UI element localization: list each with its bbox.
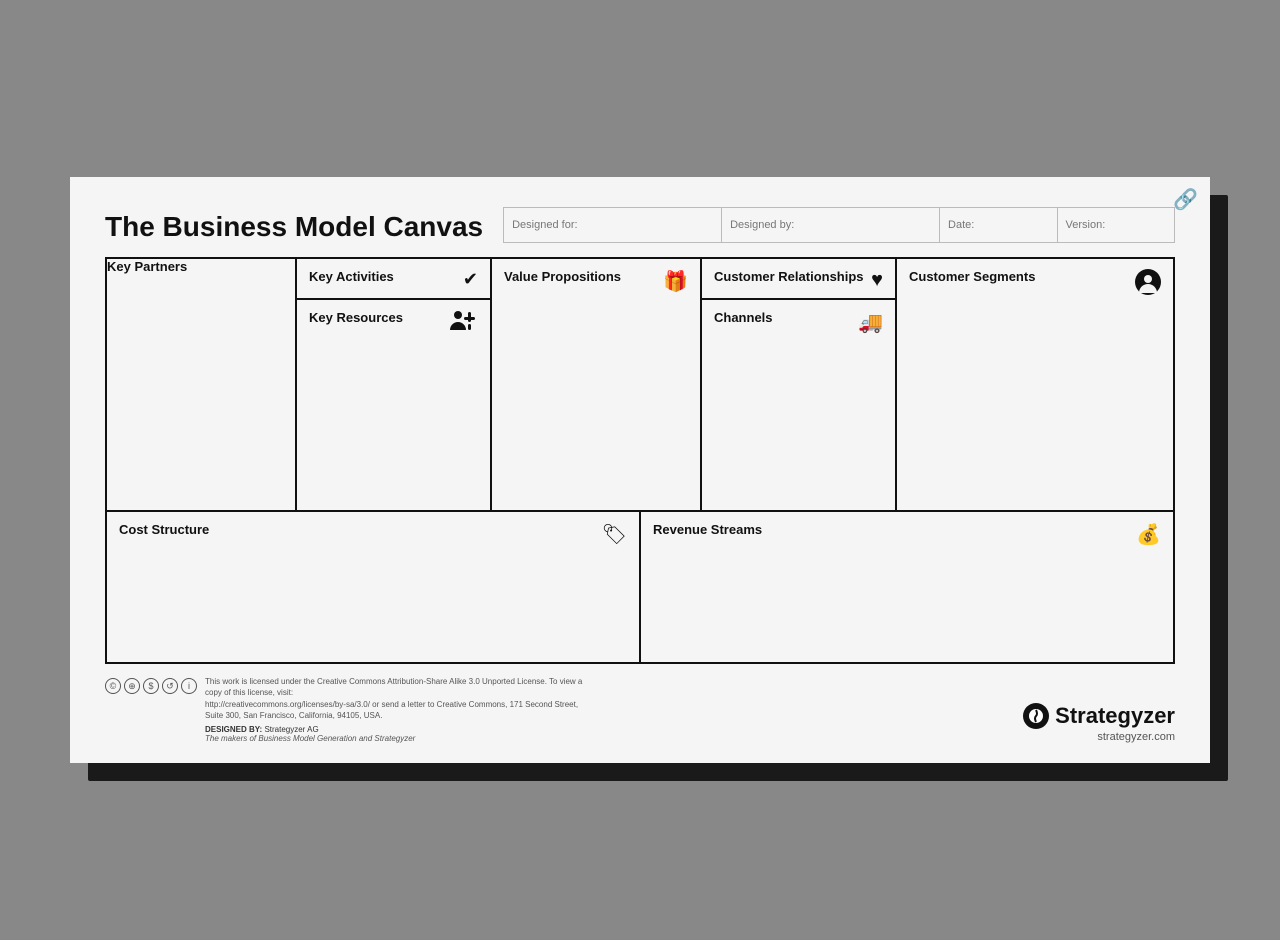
- cc-sa-icon: ↺: [162, 678, 178, 694]
- bottom-row: Cost Structure 🏷 Revenue Streams 💰: [107, 512, 1173, 662]
- footer-right: Strategyzer strategyzer.com: [1023, 703, 1175, 743]
- designed-by-field[interactable]: Designed by:: [722, 208, 940, 242]
- cost-structure-icon: 🏷: [602, 522, 627, 547]
- canvas-grid: Key Partners 🔗 Key Activities ✔ Key Reso…: [105, 257, 1175, 664]
- value-propositions-label: Value Propositions: [504, 269, 688, 284]
- footer-text-block: This work is licensed under the Creative…: [205, 676, 585, 743]
- cost-structure-cell: Cost Structure 🏷: [107, 512, 641, 662]
- revenue-streams-label: Revenue Streams: [653, 522, 1161, 537]
- strategyzer-brand-text: Strategyzer: [1055, 703, 1175, 729]
- customer-relationships-icon: ♥: [871, 269, 883, 292]
- customer-segments-cell: Customer Segments: [897, 259, 1173, 510]
- key-activities-label: Key Activities: [309, 269, 478, 284]
- canvas-page: The Business Model Canvas Designed for: …: [70, 177, 1210, 763]
- cc-nc-icon: $: [143, 678, 159, 694]
- value-propositions-cell: Value Propositions 🎁: [492, 259, 702, 510]
- cc-by-icon: ⊕: [124, 678, 140, 694]
- designed-for-field[interactable]: Designed for:: [504, 208, 722, 242]
- version-field[interactable]: Version:: [1058, 208, 1174, 242]
- value-propositions-icon: 🎁: [663, 269, 688, 294]
- revenue-streams-cell: Revenue Streams 💰: [641, 512, 1173, 662]
- key-partners-label: Key Partners: [107, 259, 295, 274]
- date-field[interactable]: Date:: [940, 208, 1057, 242]
- cc-icon: ©: [105, 678, 121, 694]
- footer-left: © ⊕ $ ↺ i This work is licensed under th…: [105, 676, 585, 743]
- customer-relationships-label: Customer Relationships: [714, 269, 883, 284]
- key-partners-icon: 🔗: [1173, 187, 1198, 212]
- license-text: This work is licensed under the Creative…: [205, 676, 585, 721]
- page-footer: © ⊕ $ ↺ i This work is licensed under th…: [105, 676, 1175, 743]
- customer-segments-icon: [1135, 269, 1161, 301]
- revenue-streams-icon: 💰: [1136, 522, 1161, 547]
- page-header: The Business Model Canvas Designed for: …: [105, 207, 1175, 243]
- header-fields: Designed for: Designed by: Date: Version…: [503, 207, 1175, 243]
- tagline-text: The makers of Business Model Generation …: [205, 734, 585, 743]
- key-partners-cell: Key Partners 🔗: [107, 259, 297, 510]
- strategyzer-logo: Strategyzer: [1023, 703, 1175, 729]
- cc-icons: © ⊕ $ ↺ i: [105, 678, 197, 694]
- channels-icon: 🚚: [858, 310, 883, 335]
- cost-structure-label: Cost Structure: [119, 522, 627, 537]
- key-resources-cell: Key Resources: [297, 300, 490, 510]
- main-row: Key Partners 🔗 Key Activities ✔ Key Reso…: [107, 259, 1173, 512]
- key-resources-icon: [450, 310, 478, 337]
- strategyzer-logo-icon: [1023, 703, 1049, 729]
- key-activities-cell: Key Activities ✔: [297, 259, 490, 300]
- key-activities-icon: ✔: [463, 269, 478, 290]
- customer-segments-label: Customer Segments: [909, 269, 1161, 284]
- designed-by-text: Designed by: Strategyzer AG: [205, 725, 585, 734]
- channels-cell: Channels 🚚: [702, 300, 895, 510]
- activities-resources-col: Key Activities ✔ Key Resources: [297, 259, 492, 510]
- strategyzer-url: strategyzer.com: [1023, 731, 1175, 743]
- cr-channels-col: Customer Relationships ♥ Channels 🚚: [702, 259, 897, 510]
- customer-relationships-cell: Customer Relationships ♥: [702, 259, 895, 300]
- cc-nd-icon: i: [181, 678, 197, 694]
- page-title: The Business Model Canvas: [105, 211, 483, 243]
